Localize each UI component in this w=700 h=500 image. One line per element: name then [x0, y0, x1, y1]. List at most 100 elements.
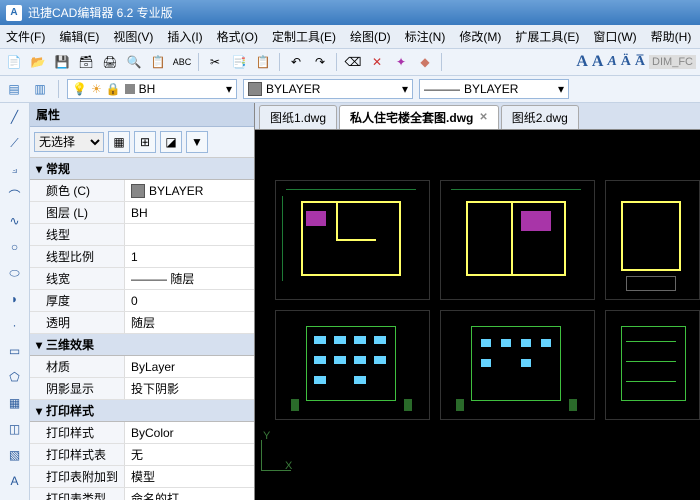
saveall-icon[interactable]: 🗃 — [76, 52, 96, 72]
plot-icon[interactable]: 📋 — [148, 52, 168, 72]
prop-value[interactable]: ——— 随层 — [125, 268, 254, 289]
ellipse-icon[interactable]: ⬭ — [5, 263, 25, 283]
dimstyle-combo[interactable]: DIM_FC — [649, 55, 696, 69]
prop-row[interactable]: 颜色 (C)BYLAYER — [30, 180, 254, 202]
menu-window[interactable]: 窗口(W) — [593, 28, 636, 45]
layers-icon[interactable]: ▤ — [4, 79, 24, 99]
viewport[interactable]: Y X — [255, 130, 700, 500]
close-icon[interactable]: ✕ — [479, 112, 487, 123]
spline-icon[interactable]: ∿ — [5, 211, 25, 231]
tab-residence[interactable]: 私人住宅楼全套图.dwg✕ — [339, 105, 499, 129]
tab-drawing2[interactable]: 图纸2.dwg — [501, 105, 579, 129]
prop-row[interactable]: 厚度0 — [30, 290, 254, 312]
menu-customtools[interactable]: 定制工具(E) — [272, 28, 336, 45]
selection-combo[interactable]: 无选择 — [34, 132, 104, 152]
prop-row[interactable]: 打印样式ByColor — [30, 422, 254, 444]
prop-row[interactable]: 透明随层 — [30, 312, 254, 334]
cancel-icon[interactable]: ✕ — [367, 52, 387, 72]
hatch-icon[interactable]: ▦ — [5, 393, 25, 413]
line-icon[interactable]: ╱ — [5, 107, 25, 127]
textstyle-a2-icon[interactable]: A — [592, 53, 604, 71]
save-icon[interactable]: 💾 — [52, 52, 72, 72]
purge-icon[interactable]: ✦ — [391, 52, 411, 72]
prop-value[interactable]: 0 — [125, 290, 254, 311]
polygon-icon[interactable]: ⬠ — [5, 367, 25, 387]
ray-icon[interactable]: ⟋ — [5, 133, 25, 153]
cut-icon[interactable]: ✂ — [205, 52, 225, 72]
prop-value[interactable]: BH — [125, 202, 254, 223]
prop-key: 打印样式 — [30, 422, 125, 443]
text-icon[interactable]: A — [5, 471, 25, 491]
prop-row[interactable]: 材质ByLayer — [30, 356, 254, 378]
filter-icon[interactable]: ▼ — [186, 131, 208, 153]
prop-value[interactable]: 模型 — [125, 466, 254, 487]
copy-icon[interactable]: 📑 — [229, 52, 249, 72]
arc-icon[interactable]: ⌒ — [5, 185, 25, 205]
menu-dimension[interactable]: 标注(N) — [405, 28, 446, 45]
audit-icon[interactable]: ◆ — [415, 52, 435, 72]
prop-value[interactable]: 1 — [125, 246, 254, 267]
quickselect-icon[interactable]: ▦ — [108, 131, 130, 153]
erase-icon[interactable]: ⌫ — [343, 52, 363, 72]
menu-modify[interactable]: 修改(M) — [459, 28, 501, 45]
rectangle-icon[interactable]: ▭ — [5, 341, 25, 361]
menu-draw[interactable]: 绘图(D) — [350, 28, 391, 45]
prop-row[interactable]: 线宽——— 随层 — [30, 268, 254, 290]
prop-value[interactable]: ByColor — [125, 422, 254, 443]
polyline-icon[interactable]: ⟓ — [5, 159, 25, 179]
menu-help[interactable]: 帮助(H) — [651, 28, 692, 45]
prop-row[interactable]: 打印表附加到模型 — [30, 466, 254, 488]
prop-key: 打印表附加到 — [30, 466, 125, 487]
menu-format[interactable]: 格式(O) — [217, 28, 258, 45]
prop-group-header[interactable]: ▾三维效果 — [30, 334, 254, 356]
textstyle-a4-icon[interactable]: Ä — [621, 54, 631, 70]
color-combo[interactable]: BYLAYER ▾ — [243, 79, 413, 99]
textstyle-a5-icon[interactable]: A̅ — [635, 54, 645, 70]
layerstate-icon[interactable]: ▥ — [30, 79, 50, 99]
prop-value[interactable]: 随层 — [125, 312, 254, 333]
linetype-combo[interactable]: ——— BYLAYER ▾ — [419, 79, 569, 99]
region-icon[interactable]: ▧ — [5, 445, 25, 465]
separator — [279, 53, 280, 71]
prop-group-header[interactable]: ▾常规 — [30, 158, 254, 180]
menu-file[interactable]: 文件(F) — [6, 28, 45, 45]
menu-edit[interactable]: 编辑(E) — [59, 28, 99, 45]
redo-icon[interactable]: ↷ — [310, 52, 330, 72]
circle-icon[interactable]: ○ — [5, 237, 25, 257]
preview-icon[interactable]: 🔍 — [124, 52, 144, 72]
prop-row[interactable]: 线型比例1 — [30, 246, 254, 268]
point-icon[interactable]: · — [5, 315, 25, 335]
textstyle-a1-icon[interactable]: A — [576, 53, 588, 71]
collapse-icon: ▾ — [36, 338, 42, 352]
paste-icon[interactable]: 📋 — [253, 52, 273, 72]
prop-value[interactable]: 命名的打… — [125, 488, 254, 500]
prop-row[interactable]: 阴影显示投下阴影 — [30, 378, 254, 400]
prop-value[interactable]: 投下阴影 — [125, 378, 254, 399]
prop-value[interactable]: BYLAYER — [125, 180, 254, 201]
new-icon[interactable]: 📄 — [4, 52, 24, 72]
layer-combo[interactable]: 💡 ☀ 🔒 BH ▾ — [67, 79, 237, 99]
print-icon[interactable]: 🖨 — [100, 52, 120, 72]
textstyle-a3-icon[interactable]: A — [607, 54, 616, 70]
document-tabs: 图纸1.dwg 私人住宅楼全套图.dwg✕ 图纸2.dwg — [255, 103, 700, 130]
prop-row[interactable]: 打印样式表无 — [30, 444, 254, 466]
prop-row[interactable]: 打印表类型命名的打… — [30, 488, 254, 500]
menu-extensions[interactable]: 扩展工具(E) — [515, 28, 579, 45]
tab-drawing1[interactable]: 图纸1.dwg — [259, 105, 337, 129]
prop-value[interactable]: ByLayer — [125, 356, 254, 377]
ellipsearc-icon[interactable]: ◗ — [5, 289, 25, 309]
prop-group-header[interactable]: ▾打印样式 — [30, 400, 254, 422]
block-icon[interactable]: ◫ — [5, 419, 25, 439]
menu-insert[interactable]: 插入(I) — [167, 28, 202, 45]
pickadd-icon[interactable]: ⊞ — [134, 131, 156, 153]
selectobj-icon[interactable]: ◪ — [160, 131, 182, 153]
undo-icon[interactable]: ↶ — [286, 52, 306, 72]
prop-value[interactable]: 无 — [125, 444, 254, 465]
menu-view[interactable]: 视图(V) — [113, 28, 153, 45]
prop-value[interactable] — [125, 224, 254, 245]
open-icon[interactable]: 📂 — [28, 52, 48, 72]
prop-row[interactable]: 线型 — [30, 224, 254, 246]
spell-icon[interactable]: ABC — [172, 52, 192, 72]
layer-color-swatch — [125, 84, 135, 94]
prop-row[interactable]: 图层 (L)BH — [30, 202, 254, 224]
